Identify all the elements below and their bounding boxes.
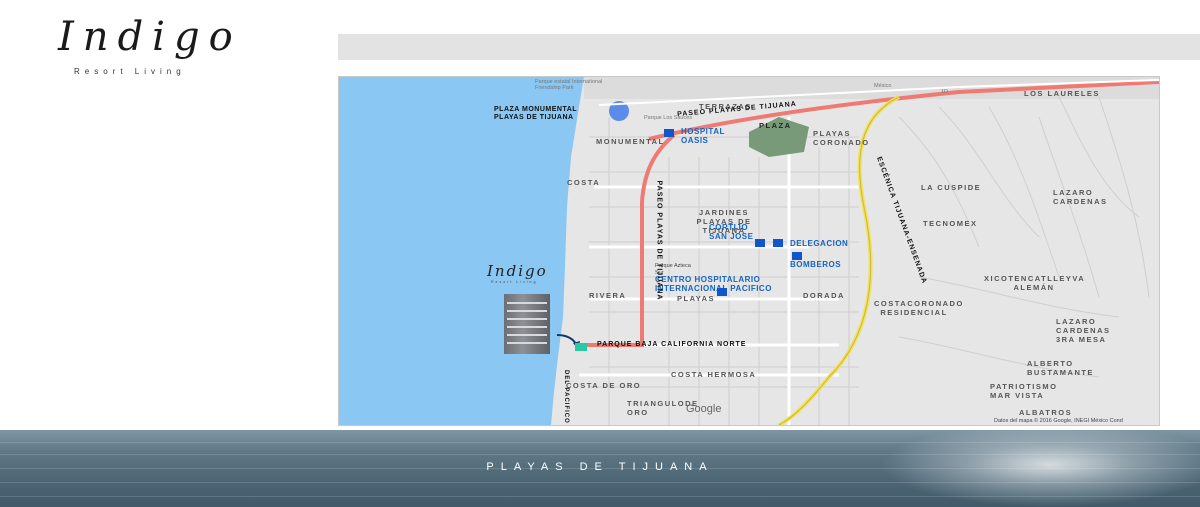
map-copyright: Datos del mapa © 2016 Google, INEGI Méxi…	[994, 418, 1123, 424]
area-tecnomex: TECNOMEX	[923, 219, 978, 228]
poi-plaza-monumental-label: PLAZA MONUMENTAL PLAYAS DE TIJUANA	[494, 106, 577, 121]
road-paseo-vertical-label: PASEO PLAYAS DE TIJUANA	[655, 180, 663, 301]
poi-delegacion-label: DELEGACION	[790, 239, 849, 248]
poi-hospital-oasis-marker[interactable]	[664, 129, 674, 137]
poi-centro-hospitalario-label: CENTRO HOSPITALARIO INTERNACIONAL PACIFI…	[655, 275, 772, 293]
road-baja-california-label: PARQUE BAJA CALIFORNIA NORTE	[597, 341, 747, 348]
area-dorada: DORADA	[803, 291, 845, 300]
area-playas: PLAYAS	[677, 294, 716, 303]
footer-caption: PLAYAS DE TIJUANA	[486, 461, 714, 473]
brand-tagline: Resort Living	[74, 67, 186, 76]
poi-cortijo-marker[interactable]	[755, 239, 765, 247]
area-xicotencatl: XICOTENCATLLEYVA ALEMÁN	[984, 274, 1086, 292]
location-pin	[575, 343, 587, 351]
poi-centro-hospitalario-marker[interactable]	[717, 288, 727, 296]
location-map[interactable]: Parque estatal International Friendship …	[338, 76, 1160, 426]
mini-brand-logo: Indigo Resort Living	[487, 262, 569, 290]
building-photo	[504, 294, 550, 354]
area-costa: COSTA	[567, 178, 601, 187]
area-la-cuspide: LA CUSPIDE	[921, 183, 982, 192]
google-logo: Google	[686, 403, 722, 415]
road-del-pacifico-label: DEL PACIFICO	[563, 370, 569, 424]
area-rivera: RIVERA	[589, 291, 627, 300]
poi-delegacion-marker[interactable]	[773, 239, 783, 247]
area-alberto: ALBERTO BUSTAMANTE	[1027, 359, 1094, 377]
poi-bomberos-label: BOMBEROS	[790, 260, 842, 269]
area-costa-de-oro: COSTA DE ORO	[566, 381, 642, 390]
brand-name: Indigo	[58, 14, 242, 60]
area-costacoronado: COSTACORONADO RESIDENCIAL	[874, 299, 964, 317]
area-patriotismo: PATRIOTISMO MAR VISTA	[990, 382, 1058, 400]
area-albatros: ALBATROS	[1019, 408, 1073, 417]
label-route-1d: 1D	[941, 89, 949, 95]
area-playas-coronado: PLAYAS CORONADO	[813, 129, 870, 147]
ocean-area	[339, 77, 584, 425]
label-mexico: México	[874, 83, 892, 89]
mini-brand-name: Indigo	[487, 262, 548, 280]
area-monumental: MONUMENTAL	[596, 137, 665, 146]
poi-bomberos-marker[interactable]	[792, 252, 802, 260]
mini-brand-tagline: Resort Living	[491, 280, 538, 284]
area-costa-hermosa: COSTA HERMOSA	[671, 370, 757, 379]
poi-hospital-oasis-label: HOSPITAL OASIS	[681, 127, 725, 145]
label-parque-estatal: Parque estatal International Friendship …	[535, 79, 603, 91]
area-plaza: PLAZA	[759, 121, 792, 130]
area-lazaro-cardenas: LAZARO CARDENAS	[1053, 188, 1108, 206]
area-los-laureles: LOS LAURELES	[1024, 89, 1100, 98]
area-lazaro-3ra: LAZARO CARDENAS 3RA MESA	[1056, 317, 1111, 344]
brand-logo: Indigo Resort Living	[52, 10, 252, 80]
area-triangulo-de-oro: TRIANGULODE ORO	[627, 399, 699, 417]
header-bar	[338, 34, 1200, 60]
